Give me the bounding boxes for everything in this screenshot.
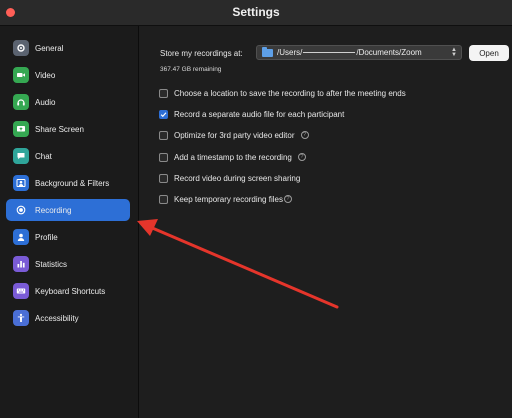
headphones-icon bbox=[13, 94, 29, 110]
chat-bubble-icon bbox=[13, 148, 29, 164]
record-icon bbox=[13, 202, 29, 218]
help-icon[interactable]: ? bbox=[300, 131, 309, 139]
sidebar-item-label: Keyboard Shortcuts bbox=[35, 286, 106, 296]
recording-location-select[interactable]: /Users/ /Documents/Zoom ▲ ▼ bbox=[256, 45, 462, 60]
sidebar-item-label: Statistics bbox=[35, 259, 68, 269]
person-background-icon bbox=[13, 175, 29, 191]
sidebar-item-label: Profile bbox=[35, 232, 58, 242]
sidebar-item-label: Background & Filters bbox=[35, 178, 110, 188]
statistics-icon bbox=[13, 256, 29, 272]
option-choose-location: Choose a location to save the recording … bbox=[159, 87, 406, 99]
option-keep-temp-files: Keep temporary recording files ? bbox=[159, 193, 292, 205]
option-label: Keep temporary recording files bbox=[174, 194, 283, 204]
video-camera-icon bbox=[13, 67, 29, 83]
chevron-up-down-icon: ▲ ▼ bbox=[451, 47, 457, 58]
open-folder-button[interactable]: Open bbox=[469, 45, 509, 61]
keyboard-icon bbox=[13, 283, 29, 299]
option-label: Record a separate audio file for each pa… bbox=[174, 109, 345, 119]
keep-temp-files-checkbox[interactable] bbox=[159, 194, 168, 204]
separate-audio-checkbox[interactable] bbox=[159, 109, 168, 119]
sidebar-item-statistics[interactable]: Statistics bbox=[6, 253, 130, 275]
option-separate-audio: Record a separate audio file for each pa… bbox=[159, 108, 344, 120]
redacted-username bbox=[303, 52, 356, 53]
sidebar-item-chat[interactable]: Chat bbox=[6, 145, 130, 167]
folder-icon bbox=[262, 46, 273, 57]
sidebar-item-label: Chat bbox=[35, 151, 52, 161]
choose-location-checkbox[interactable] bbox=[159, 88, 168, 98]
sidebar-item-label: Video bbox=[35, 70, 56, 80]
sidebar-item-label: Accessibility bbox=[35, 313, 79, 323]
sidebar-item-label: Recording bbox=[35, 205, 72, 215]
profile-icon bbox=[13, 229, 29, 245]
option-add-timestamp: Add a timestamp to the recording ? bbox=[159, 151, 306, 163]
settings-sidebar: General Video Audio Share Screen Chat Ba… bbox=[0, 26, 139, 418]
sidebar-item-recording[interactable]: Recording bbox=[6, 199, 130, 221]
option-label: Optimize for 3rd party video editor bbox=[174, 130, 295, 140]
option-optimize-editor: Optimize for 3rd party video editor ? bbox=[159, 129, 309, 141]
recording-settings-panel: Store my recordings at: /Users/ /Documen… bbox=[140, 26, 512, 418]
sidebar-item-label: General bbox=[35, 43, 64, 53]
option-label: Record video during screen sharing bbox=[174, 173, 301, 183]
sidebar-item-background-filters[interactable]: Background & Filters bbox=[6, 172, 130, 194]
recording-path-suffix: /Documents/Zoom bbox=[356, 48, 422, 57]
sidebar-item-general[interactable]: General bbox=[6, 37, 130, 59]
sidebar-item-keyboard-shortcuts[interactable]: Keyboard Shortcuts bbox=[6, 280, 130, 302]
sidebar-item-profile[interactable]: Profile bbox=[6, 226, 130, 248]
optimize-editor-checkbox[interactable] bbox=[159, 130, 168, 140]
help-icon[interactable]: ? bbox=[297, 153, 306, 161]
sidebar-item-audio[interactable]: Audio bbox=[6, 91, 130, 113]
storage-remaining: 367.47 GB remaining bbox=[160, 66, 222, 73]
help-icon[interactable]: ? bbox=[283, 195, 292, 203]
option-label: Choose a location to save the recording … bbox=[174, 88, 406, 98]
sidebar-item-share-screen[interactable]: Share Screen bbox=[6, 118, 130, 140]
add-timestamp-checkbox[interactable] bbox=[159, 152, 168, 162]
accessibility-icon bbox=[13, 310, 29, 326]
window-title: Settings bbox=[232, 5, 280, 19]
option-label: Add a timestamp to the recording bbox=[174, 152, 292, 162]
record-screen-sharing-checkbox[interactable] bbox=[159, 173, 168, 183]
checkmark-icon bbox=[160, 111, 167, 117]
sidebar-item-accessibility[interactable]: Accessibility bbox=[6, 307, 130, 329]
recording-path-prefix: /Users/ bbox=[277, 48, 303, 57]
gear-icon bbox=[13, 40, 29, 56]
sidebar-item-label: Share Screen bbox=[35, 124, 84, 134]
title-bar: Settings bbox=[0, 0, 512, 26]
store-recordings-label: Store my recordings at: bbox=[160, 49, 243, 58]
share-screen-icon bbox=[13, 121, 29, 137]
option-record-screen-sharing: Record video during screen sharing bbox=[159, 172, 300, 184]
sidebar-item-label: Audio bbox=[35, 97, 56, 107]
sidebar-item-video[interactable]: Video bbox=[6, 64, 130, 86]
